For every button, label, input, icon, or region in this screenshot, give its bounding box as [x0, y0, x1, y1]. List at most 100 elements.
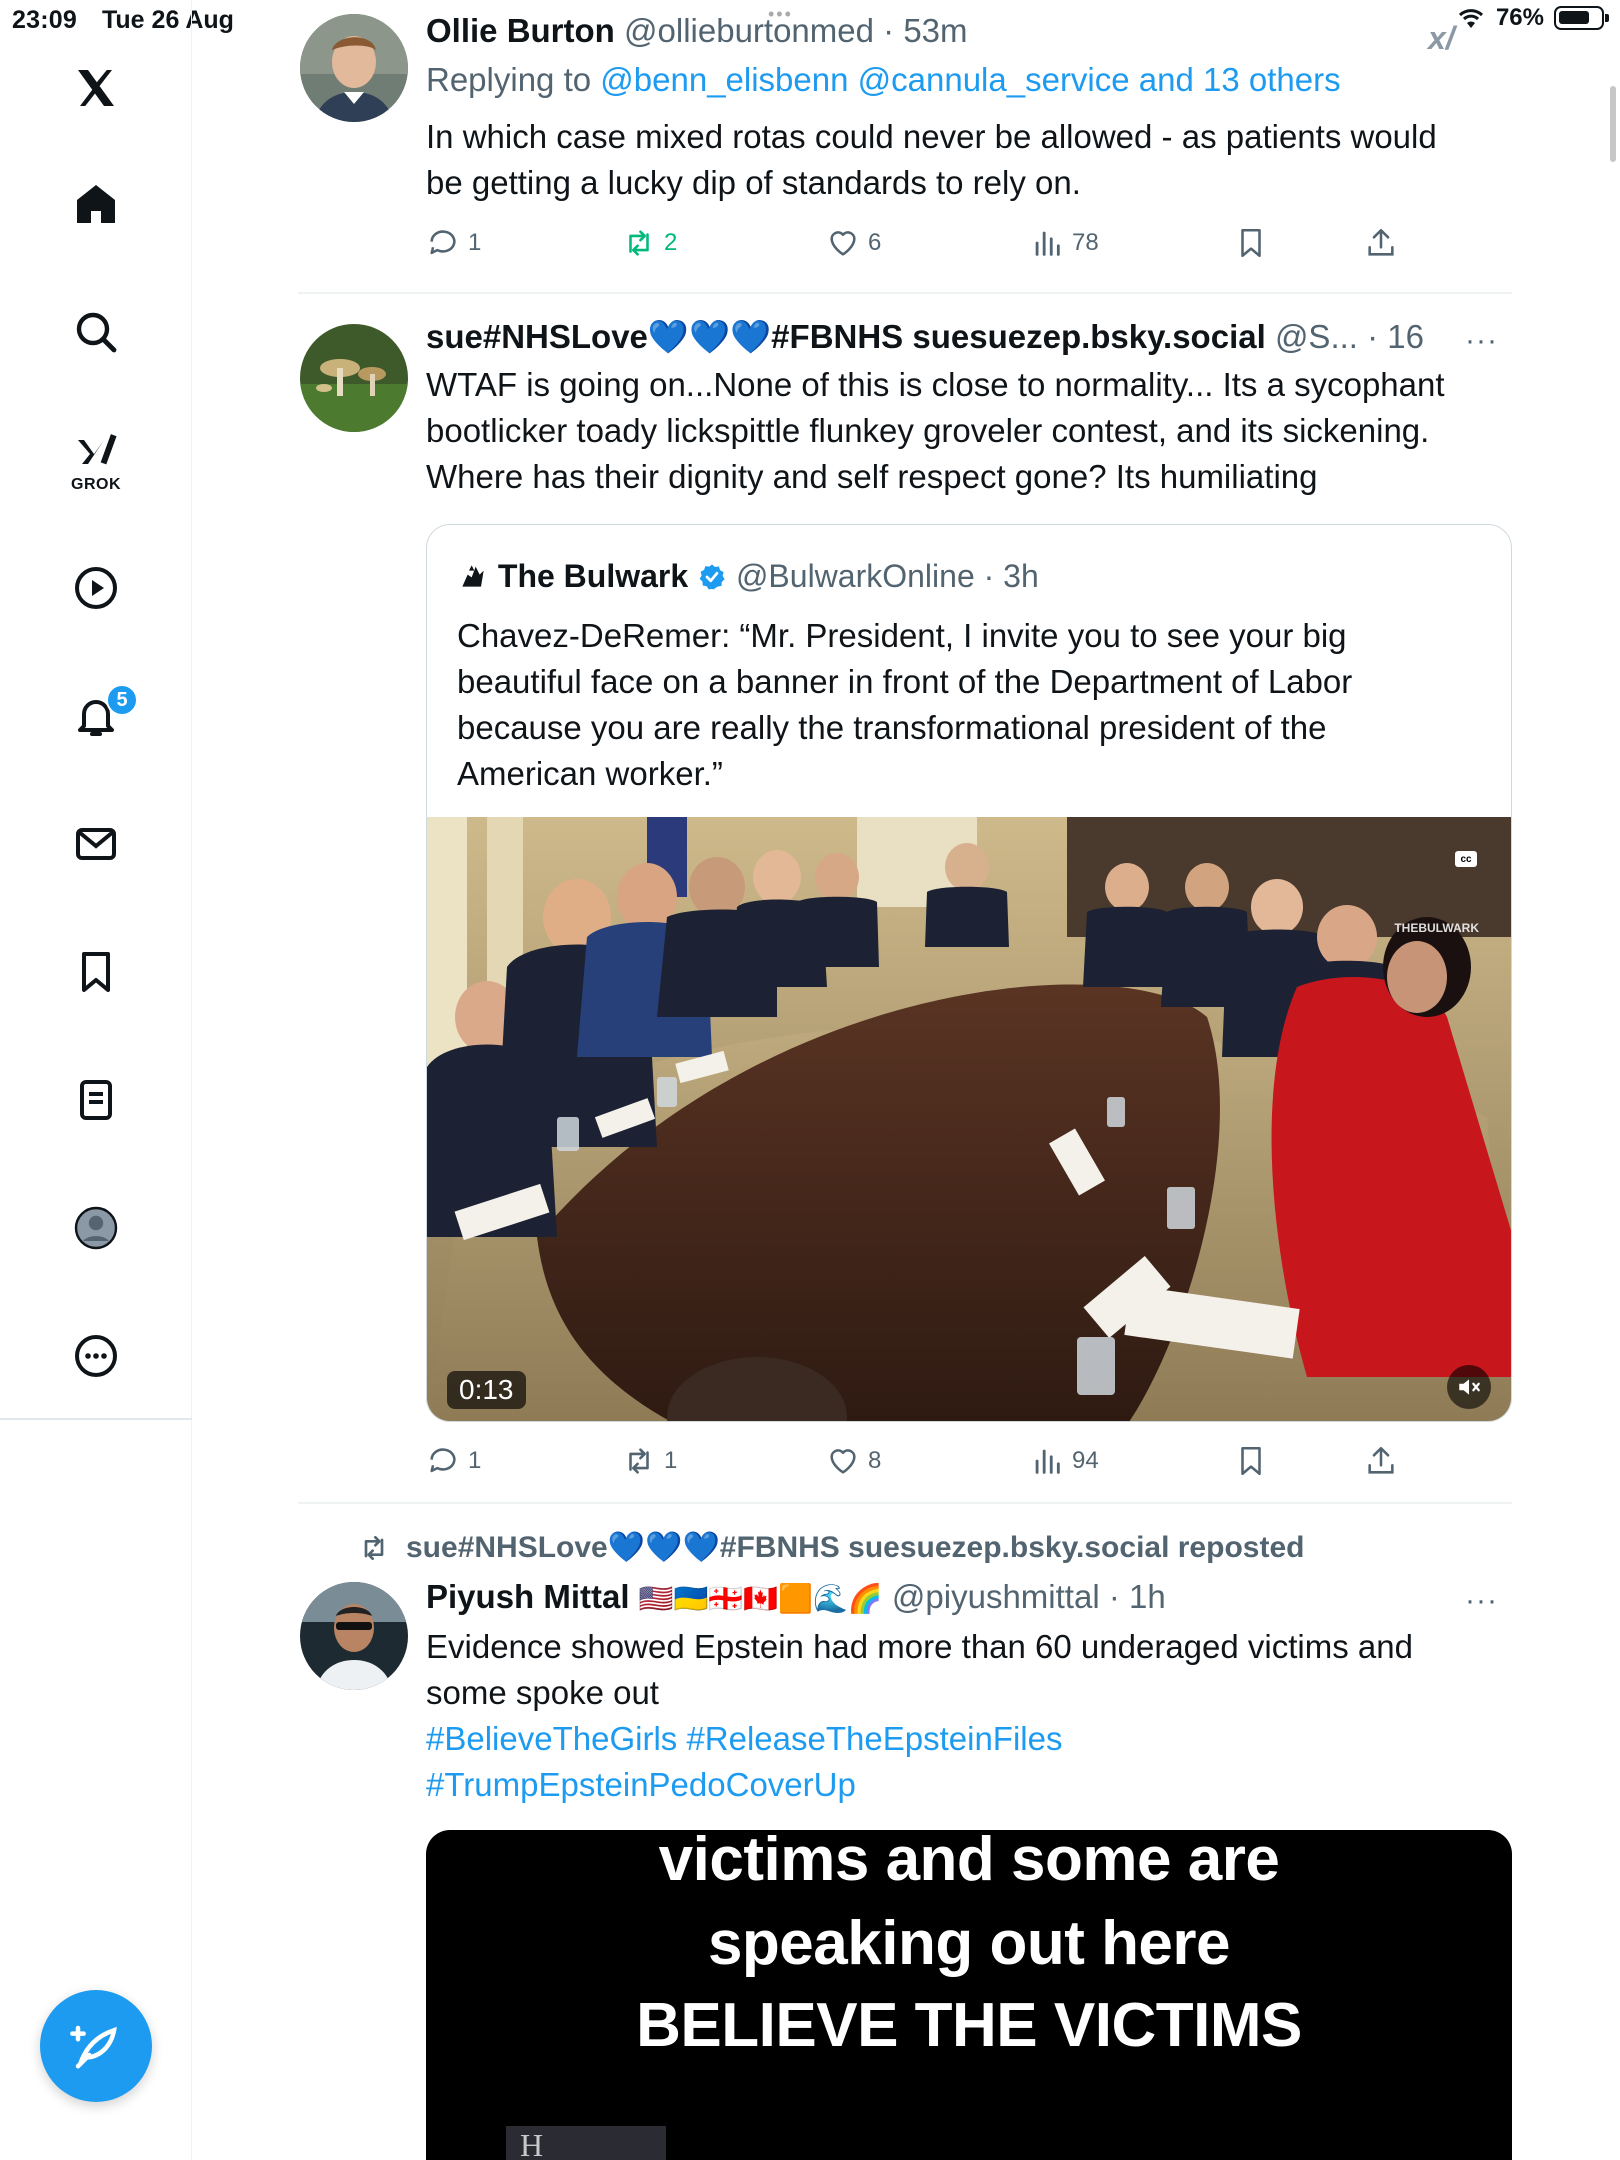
views-button[interactable]: 94: [1030, 1444, 1099, 1478]
grok-label: GROK: [71, 476, 121, 493]
repost-icon: [364, 1535, 384, 1560]
author-handle[interactable]: @piyushmittal: [892, 1578, 1100, 1615]
tweet-time[interactable]: · 16m: [1367, 318, 1426, 355]
author-handle[interactable]: @ollieburtonmed: [624, 12, 874, 49]
more-options-button[interactable]: ···: [1465, 324, 1498, 358]
retweet-icon: [629, 1448, 649, 1474]
notification-badge[interactable]: 5: [106, 684, 138, 716]
like-button[interactable]: 8: [826, 1444, 881, 1478]
battery-icon: [1554, 6, 1609, 30]
reply-button[interactable]: 1: [426, 226, 481, 260]
tweet-text-line: Evidence showed Epstein had more than 60…: [426, 1628, 1413, 1665]
quoted-text-line: because you are really the transformatio…: [457, 709, 1327, 746]
quoted-author-name[interactable]: The Bulwark: [498, 558, 688, 594]
messages-envelope-icon[interactable]: [68, 816, 124, 872]
tweet-text: WTAF is going on...None of this is close…: [426, 362, 1512, 500]
heart-icon: [830, 231, 856, 256]
tweet-time[interactable]: · 53m: [883, 12, 967, 49]
hashtag-link[interactable]: #BelieveTheGirls #ReleaseTheEpsteinFiles: [426, 1716, 1512, 1762]
reply-icon: [430, 1448, 456, 1473]
media-caption-line: victims and some are: [658, 1830, 1280, 1894]
bookmark-button[interactable]: [1234, 1444, 1268, 1478]
hashtag-link[interactable]: #TrumpEpsteinPedoCoverUp: [426, 1762, 1512, 1808]
verified-badge-icon: [699, 564, 725, 590]
video-media[interactable]: victims and some are speaking out here B…: [426, 1830, 1512, 2160]
tweet-text-line: WTAF is going on...None of this is close…: [426, 366, 1445, 403]
author-handle[interactable]: @S...: [1275, 318, 1358, 355]
profile-avatar-icon[interactable]: [68, 1200, 124, 1256]
replying-to-label: Replying to: [426, 61, 592, 98]
heart-icon: [830, 1449, 856, 1474]
tweet-separator: [298, 292, 1512, 294]
captions-cc-icon[interactable]: cc: [1455, 851, 1477, 867]
quoted-tweet[interactable]: The Bulwark @BulwarkOnline · 3h Chavez-D…: [426, 524, 1512, 1422]
video-play-icon[interactable]: [68, 560, 124, 616]
retweet-count: 2: [664, 229, 678, 256]
media-background-shape: H: [506, 2126, 666, 2160]
avatar[interactable]: [300, 1582, 408, 1690]
video-duration: 0:13: [447, 1371, 526, 1409]
quoted-author-handle[interactable]: @BulwarkOnline: [736, 558, 975, 594]
more-options-button[interactable]: ···: [1465, 1584, 1498, 1618]
tweet-header: Piyush Mittal 🇺🇸🇺🇦🇬🇪🇨🇦🟧🌊🌈 @piyushmittal …: [426, 1574, 1426, 1622]
repost-indicator[interactable]: sue#NHSLove💙💙💙#FBNHS suesuezep.bsky.soci…: [358, 1530, 1304, 1565]
share-button[interactable]: [1364, 226, 1398, 260]
svg-text:H: H: [520, 2127, 543, 2160]
bookmark-icon: [1241, 228, 1261, 258]
media-caption-line: BELIEVE THE VICTIMS: [636, 1991, 1302, 2060]
author-name[interactable]: Piyush Mittal: [426, 1578, 630, 1615]
views-chart-icon: [1035, 231, 1060, 256]
more-options-icon[interactable]: [68, 1328, 124, 1384]
bookmarks-icon[interactable]: [68, 944, 124, 1000]
quoted-text-line: American worker.”: [457, 755, 723, 792]
like-button[interactable]: 6: [826, 226, 881, 260]
tweet-time[interactable]: · 1h: [1109, 1578, 1166, 1615]
home-icon[interactable]: [68, 176, 124, 232]
author-name[interactable]: Ollie Burton: [426, 12, 615, 49]
tweet-content: sue#NHSLove💙💙💙#FBNHS suesuezep.bsky.soci…: [426, 314, 1512, 500]
bookmark-button[interactable]: [1234, 226, 1268, 260]
lists-icon[interactable]: [68, 1072, 124, 1128]
view-count: 78: [1072, 229, 1099, 256]
quoted-tweet-time[interactable]: · 3h: [984, 558, 1039, 594]
retweet-button[interactable]: 1: [622, 1444, 677, 1478]
tweet-text-line: be getting a lucky dip of standards to r…: [426, 164, 1081, 201]
video-frame-cabinet-meeting: [427, 817, 1511, 1421]
tweet-text-line: some spoke out: [426, 1674, 659, 1711]
quoted-tweet-content: The Bulwark @BulwarkOnline · 3h Chavez-D…: [427, 525, 1511, 797]
like-count: 6: [868, 229, 882, 256]
reply-button[interactable]: 1: [426, 1444, 481, 1478]
x-logo-icon[interactable]: [68, 60, 124, 116]
quoted-text-line: Chavez-DeRemer: “Mr. President, I invite…: [457, 617, 1347, 654]
grok-icon[interactable]: [68, 424, 124, 480]
tweet-text: In which case mixed rotas could never be…: [426, 114, 1512, 206]
avatar[interactable]: [300, 324, 408, 432]
avatar[interactable]: [300, 14, 408, 122]
author-name[interactable]: sue#NHSLove💙💙💙#FBNHS suesuezep.bsky.soci…: [426, 318, 1266, 355]
tweet-text-line: Where has their dignity and self respect…: [426, 458, 1318, 495]
author-emoji-flags: 🇺🇸🇺🇦🇬🇪🇨🇦🟧🌊🌈: [638, 1583, 883, 1614]
sidebar: GROK 5: [0, 0, 192, 2160]
media-caption-line: speaking out here: [707, 1909, 1231, 1978]
retweet-icon: [629, 230, 649, 256]
scroll-indicator[interactable]: [1610, 86, 1616, 162]
mute-toggle-button[interactable]: [1447, 1365, 1491, 1409]
tweet-actions: 1 1 8 94: [426, 1444, 1394, 1488]
tweet-actions: 1 2 6 78: [426, 226, 1394, 270]
share-icon: [1368, 1446, 1394, 1474]
tweet-header: sue#NHSLove💙💙💙#FBNHS suesuezep.bsky.soci…: [426, 314, 1426, 360]
quoted-text-line: beautiful face on a banner in front of t…: [457, 663, 1353, 700]
speaker-muted-icon: [1459, 1379, 1480, 1395]
tweet-text-line: bootlicker toady lickspittle flunkey gro…: [426, 412, 1430, 449]
share-button[interactable]: [1364, 1444, 1398, 1478]
tweet-text-line: In which case mixed rotas could never be…: [426, 118, 1437, 155]
tweet-header: Ollie Burton @ollieburtonmed · 53m: [426, 8, 1512, 54]
replying-to-users-link[interactable]: @benn_elisbenn @cannula_service and 13 o…: [600, 61, 1340, 98]
tweet-text: Evidence showed Epstein had more than 60…: [426, 1624, 1512, 1808]
search-icon[interactable]: [68, 304, 124, 360]
retweet-button[interactable]: 2: [622, 226, 677, 260]
tweet-content: Piyush Mittal 🇺🇸🇺🇦🇬🇪🇨🇦🟧🌊🌈 @piyushmittal …: [426, 1574, 1512, 1808]
compose-post-button[interactable]: [40, 1990, 152, 2102]
views-button[interactable]: 78: [1030, 226, 1099, 260]
video-player[interactable]: cc THEBULWARK 0:13: [427, 817, 1511, 1421]
